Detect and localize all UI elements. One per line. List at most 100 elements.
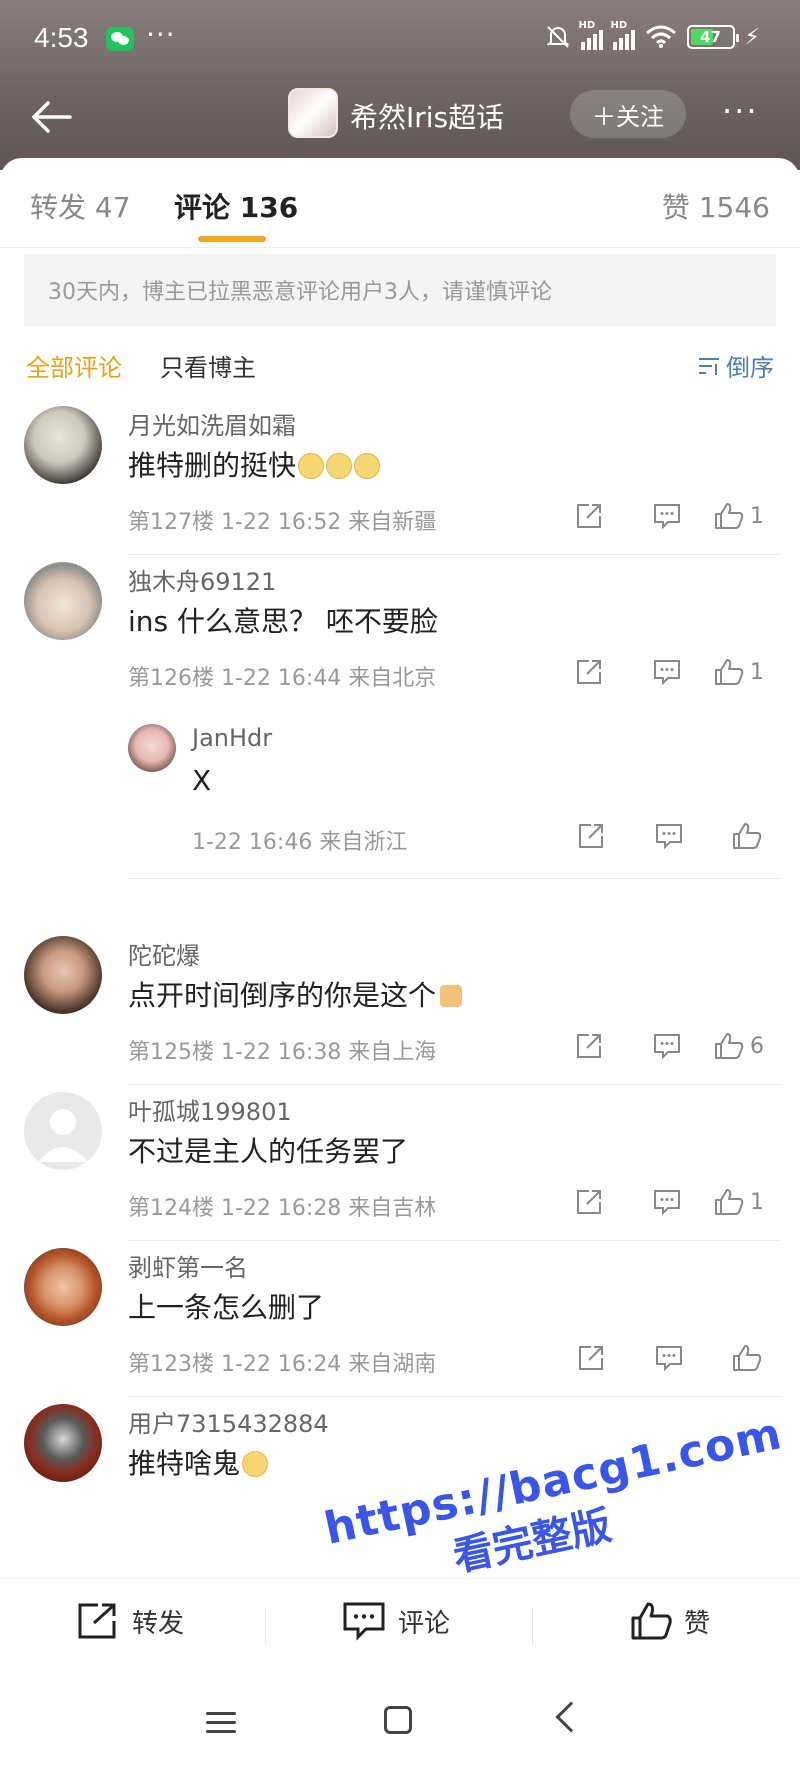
- sort-icon: [698, 356, 720, 376]
- tab-bar: 转发 47 评论 136 赞 1546: [0, 158, 800, 248]
- follow-button[interactable]: ＋关注: [570, 90, 686, 138]
- divider: [128, 1396, 780, 1397]
- reply-actions: [552, 818, 786, 854]
- wifi-icon: [645, 25, 677, 49]
- battery-icon: 47: [686, 25, 739, 49]
- comment-text: 推特删的挺快: [128, 444, 381, 484]
- like-button[interactable]: 1: [706, 498, 786, 534]
- reply-author-name[interactable]: JanHdr: [192, 724, 272, 752]
- share-icon[interactable]: [550, 498, 628, 534]
- doge-emoji-icon: [326, 453, 353, 479]
- doge-emoji-icon: [298, 453, 325, 479]
- comment-label: 评论: [398, 1608, 451, 1639]
- like-button[interactable]: 1: [706, 654, 786, 690]
- reply-icon[interactable]: [628, 498, 706, 534]
- comment-text: 上一条怎么删了: [128, 1291, 325, 1324]
- reply-icon[interactable]: [628, 654, 706, 690]
- comments-sheet: 转发 47 评论 136 赞 1546 30天内，博主已拉黑恶意评论用户3人，请…: [0, 158, 800, 1778]
- comment-actions: 1: [550, 654, 786, 690]
- comment-filters: 全部评论 只看博主 倒序: [0, 338, 800, 388]
- commenter-name[interactable]: 用户7315432884: [128, 1404, 329, 1439]
- like-icon[interactable]: [708, 818, 786, 854]
- comment-text: 不过是主人的任务罢了: [128, 1135, 409, 1168]
- like-button[interactable]: 1: [706, 1184, 786, 1220]
- signal-icon: HD: [579, 20, 603, 50]
- avatar[interactable]: [24, 562, 102, 640]
- filter-all-comments[interactable]: 全部评论: [26, 348, 122, 383]
- commenter-name[interactable]: 月光如洗眉如霜: [128, 406, 296, 441]
- wechat-icon: [106, 27, 134, 51]
- comment-text-content: 点开时间倒序的你是这个: [128, 979, 437, 1012]
- tab-comment[interactable]: 评论 136: [174, 186, 298, 226]
- comment-meta: 第124楼 1-22 16:28 来自吉林: [128, 1196, 437, 1221]
- share-icon[interactable]: [550, 654, 628, 690]
- avatar[interactable]: [24, 1248, 102, 1326]
- comment-text-content: 推特啥鬼: [128, 1447, 241, 1480]
- comment-icon: [342, 1601, 386, 1641]
- avatar[interactable]: [24, 936, 102, 1014]
- share-icon[interactable]: [550, 1184, 628, 1220]
- reply-icon[interactable]: [630, 818, 708, 854]
- home-icon[interactable]: [384, 1706, 412, 1734]
- repost-button[interactable]: 转发: [76, 1601, 184, 1641]
- comment-text: 点开时间倒序的你是这个: [128, 974, 463, 1014]
- reply-icon[interactable]: [628, 1028, 706, 1064]
- recent-apps-icon[interactable]: [206, 1710, 236, 1736]
- signal-icon: HD: [611, 20, 635, 50]
- status-icons: HD HD 47 ⚡: [545, 20, 760, 50]
- header: 希然Iris超话 ＋关注 ···: [0, 78, 800, 158]
- avatar[interactable]: [24, 1092, 102, 1170]
- comment-actions: 1: [550, 1184, 786, 1220]
- avatar[interactable]: [24, 406, 102, 484]
- top-area: 4:53 ··· HD HD 47 ⚡ 希然Iris超话 ＋关注 ···: [0, 0, 800, 170]
- comment-text-content: 推特删的挺快: [128, 449, 297, 482]
- blocklist-notice: 30天内，博主已拉黑恶意评论用户3人，请谨慎评论: [24, 254, 776, 326]
- comment-actions: [552, 1340, 786, 1376]
- like-count: 1: [750, 503, 764, 529]
- separator: [265, 1609, 266, 1645]
- like-button[interactable]: 6: [706, 1028, 786, 1064]
- battery-level: 47: [700, 28, 721, 46]
- reply-icon[interactable]: [630, 1340, 708, 1376]
- comment-meta: 第123楼 1-22 16:24 来自湖南: [128, 1352, 437, 1377]
- repost-label: 转发: [132, 1608, 185, 1639]
- like-count: 6: [750, 1033, 764, 1059]
- divider: [128, 1084, 780, 1085]
- tab-indicator: [198, 236, 266, 242]
- like-icon[interactable]: [708, 1340, 786, 1376]
- divider: [128, 1240, 780, 1241]
- comment-meta: 第126楼 1-22 16:44 来自北京: [128, 666, 437, 691]
- doge-emoji-icon: [242, 1451, 269, 1477]
- comment-button[interactable]: 评论: [342, 1601, 450, 1641]
- status-bar: 4:53 ··· HD HD 47 ⚡: [0, 0, 800, 80]
- comment-actions: 6: [550, 1028, 786, 1064]
- reply-icon[interactable]: [628, 1184, 706, 1220]
- share-icon[interactable]: [550, 1028, 628, 1064]
- filter-author-only[interactable]: 只看博主: [160, 348, 256, 383]
- commenter-name[interactable]: 叶孤城199801: [128, 1092, 292, 1127]
- comment-meta: 第127楼 1-22 16:52 来自新疆: [128, 510, 437, 535]
- tab-repost[interactable]: 转发 47: [30, 186, 131, 226]
- share-icon[interactable]: [552, 1340, 630, 1376]
- topic-title[interactable]: 希然Iris超话: [350, 96, 504, 136]
- comment-text: 推特啥鬼: [128, 1442, 269, 1482]
- sort-label: 倒序: [726, 354, 774, 382]
- divider: [128, 878, 780, 879]
- topic-avatar[interactable]: [288, 88, 338, 138]
- status-time: 4:53: [34, 22, 89, 53]
- commenter-name[interactable]: 独木舟69121: [128, 562, 276, 597]
- commenter-name[interactable]: 剥虾第一名: [128, 1248, 248, 1283]
- commenter-name[interactable]: 陀砣爆: [128, 936, 200, 971]
- system-back-icon[interactable]: [555, 1701, 587, 1733]
- share-icon[interactable]: [552, 818, 630, 854]
- divider: [128, 554, 780, 555]
- back-arrow-icon[interactable]: [28, 94, 74, 140]
- default-avatar-icon: [38, 1109, 88, 1162]
- like-button[interactable]: 赞: [630, 1601, 710, 1641]
- bottom-action-bar: 转发 评论 赞: [0, 1578, 800, 1668]
- sort-toggle[interactable]: 倒序: [698, 348, 774, 383]
- avatar[interactable]: [24, 1404, 102, 1482]
- reply-avatar[interactable]: [128, 724, 176, 772]
- tab-like[interactable]: 赞 1546: [662, 186, 770, 226]
- more-options-icon[interactable]: ···: [722, 92, 759, 130]
